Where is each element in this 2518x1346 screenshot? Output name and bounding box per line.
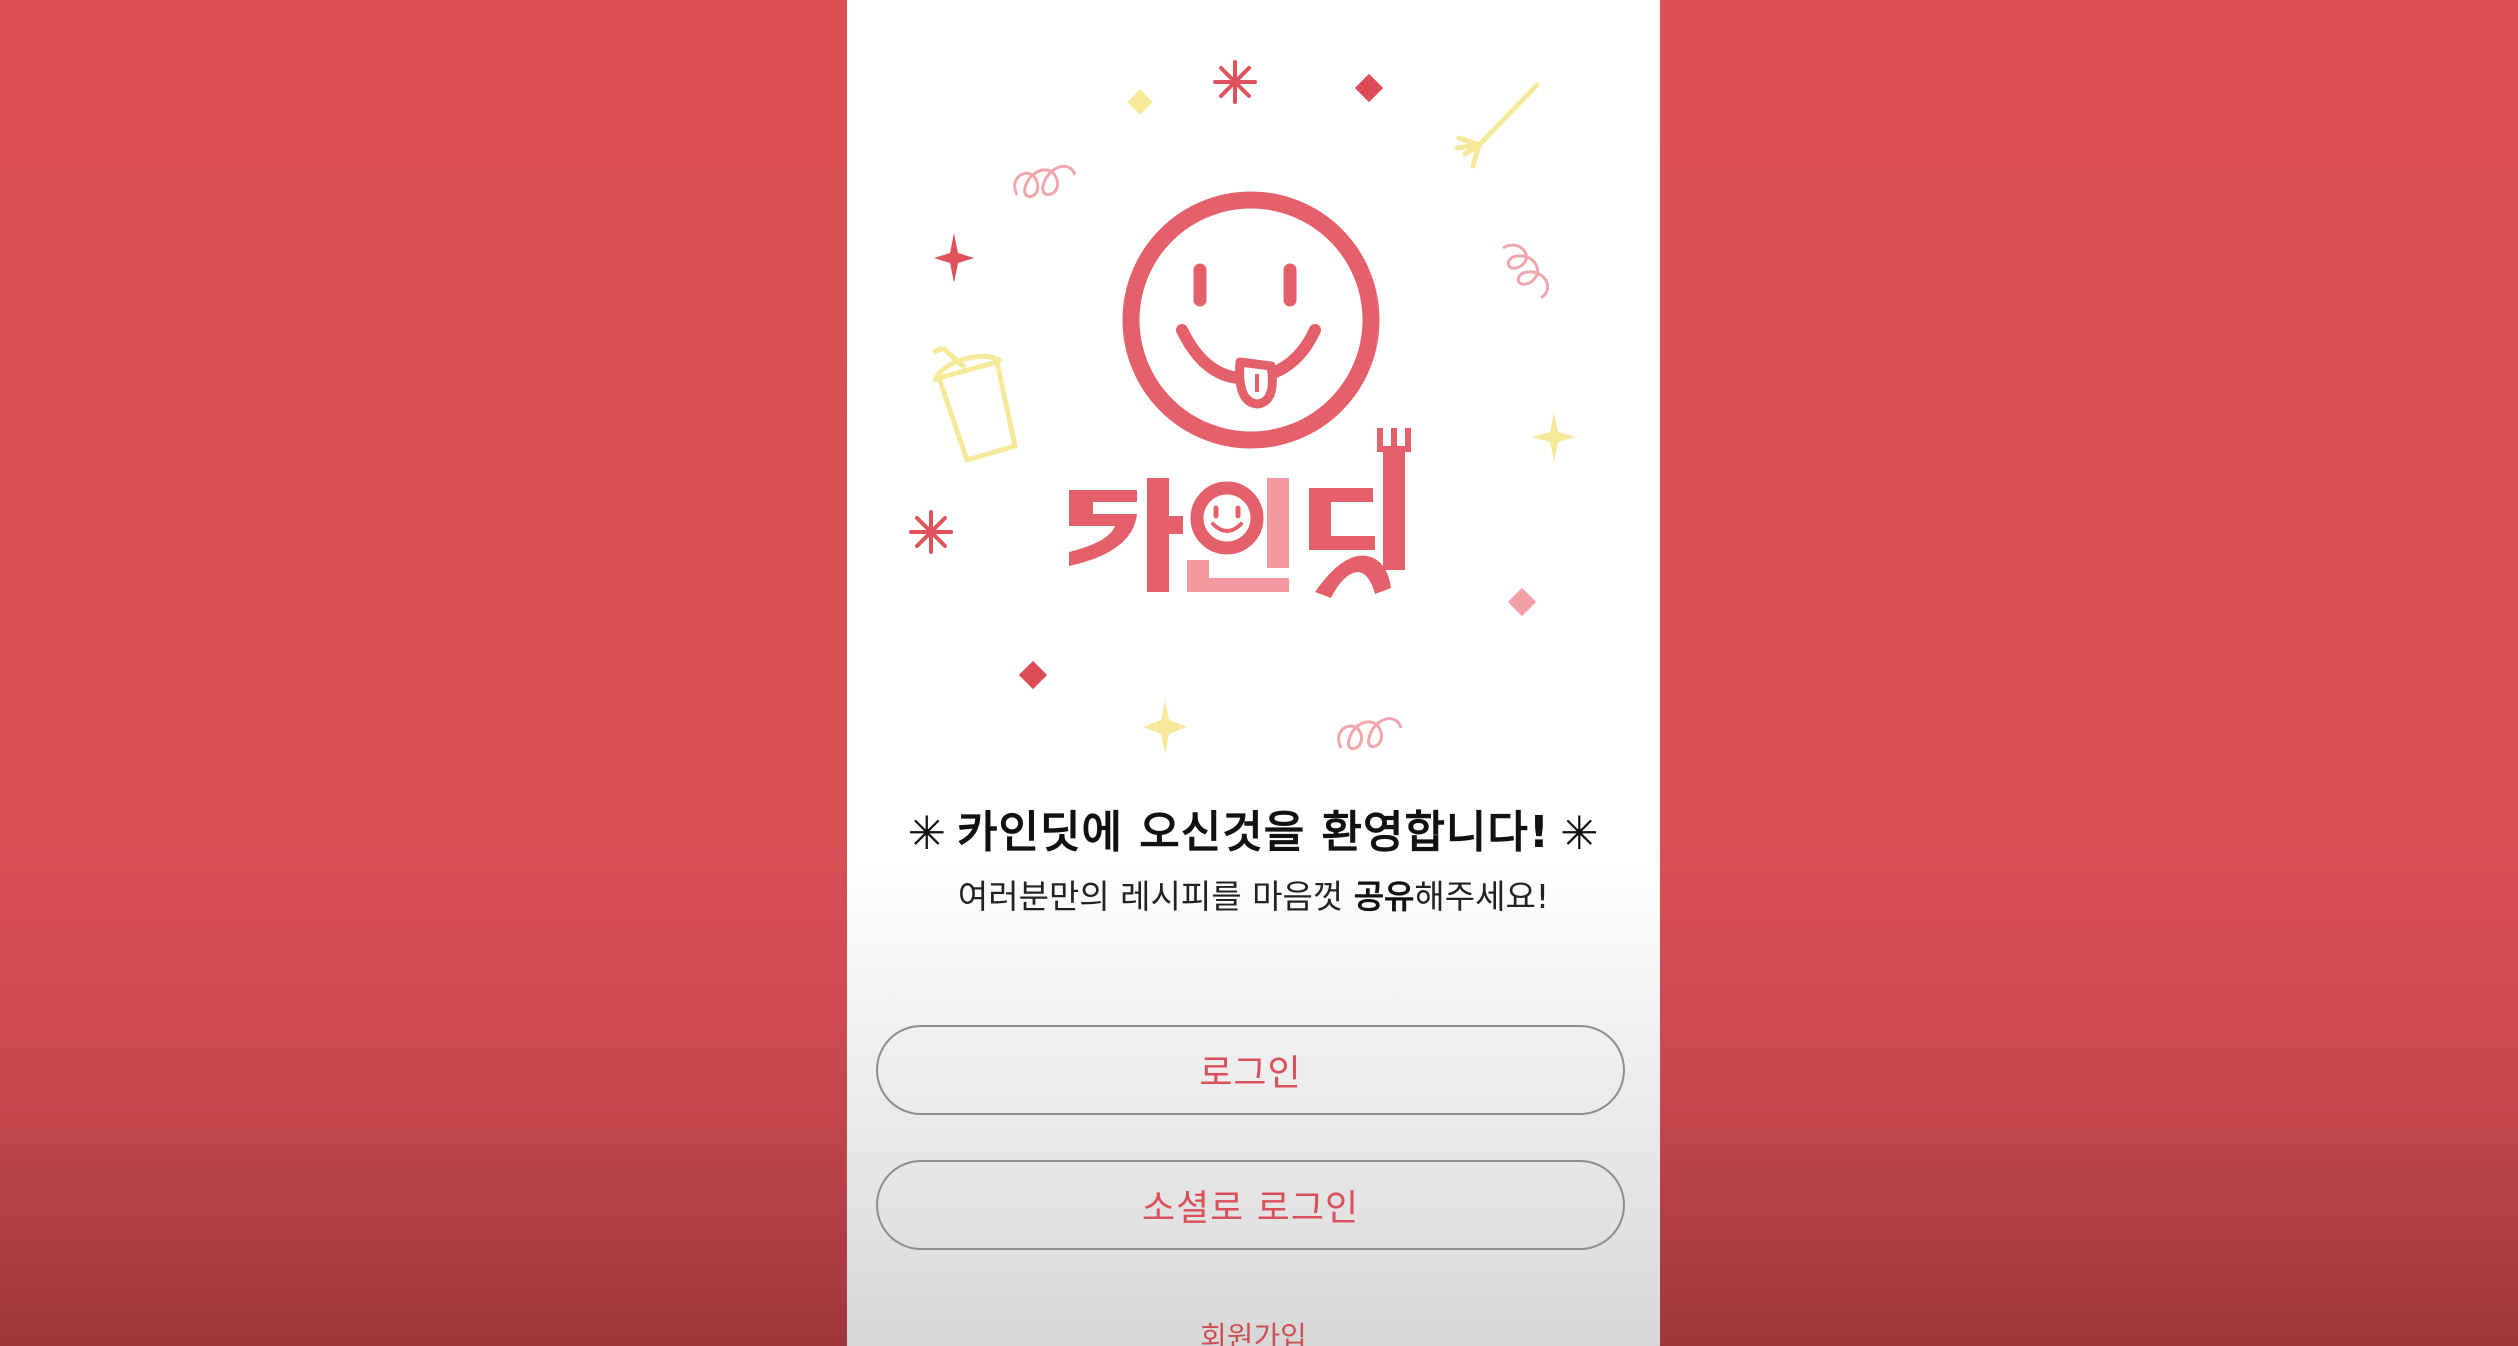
welcome-subtitle: 여러분만의 레시피를 마음껏 공유해주세요! bbox=[847, 870, 1660, 918]
login-button-label: 로그인 bbox=[1199, 1053, 1302, 1094]
subtitle-text: 여러분만의 레시피를 마음껏 bbox=[957, 877, 1354, 916]
login-button[interactable]: 로그인 bbox=[876, 1025, 1625, 1115]
asterisk-icon: ✳ bbox=[907, 806, 948, 860]
logo-wordmark bbox=[1069, 428, 1411, 598]
app-screen: ✳ 카인딧에 오신것을 환영합니다! ✳ 여러분만의 레시피를 마음껏 공유해주세요… bbox=[847, 0, 1660, 1346]
subtitle-text-end: 해주세요! bbox=[1414, 877, 1550, 916]
social-login-button-label: 소셜로 로그인 bbox=[1141, 1188, 1360, 1229]
welcome-title: 카인딧에 오신것을 환영합니다! bbox=[957, 807, 1550, 858]
signup-link[interactable]: 회원가입 bbox=[847, 1314, 1660, 1346]
asterisk-icon: ✳ bbox=[1559, 806, 1600, 860]
app-logo bbox=[1069, 191, 1411, 598]
social-login-button[interactable]: 소셜로 로그인 bbox=[876, 1160, 1625, 1250]
welcome-title-row: ✳ 카인딧에 오신것을 환영합니다! ✳ bbox=[847, 796, 1660, 860]
subtitle-emphasis: 공유 bbox=[1353, 877, 1415, 916]
smiley-tongue-icon bbox=[1122, 191, 1380, 449]
